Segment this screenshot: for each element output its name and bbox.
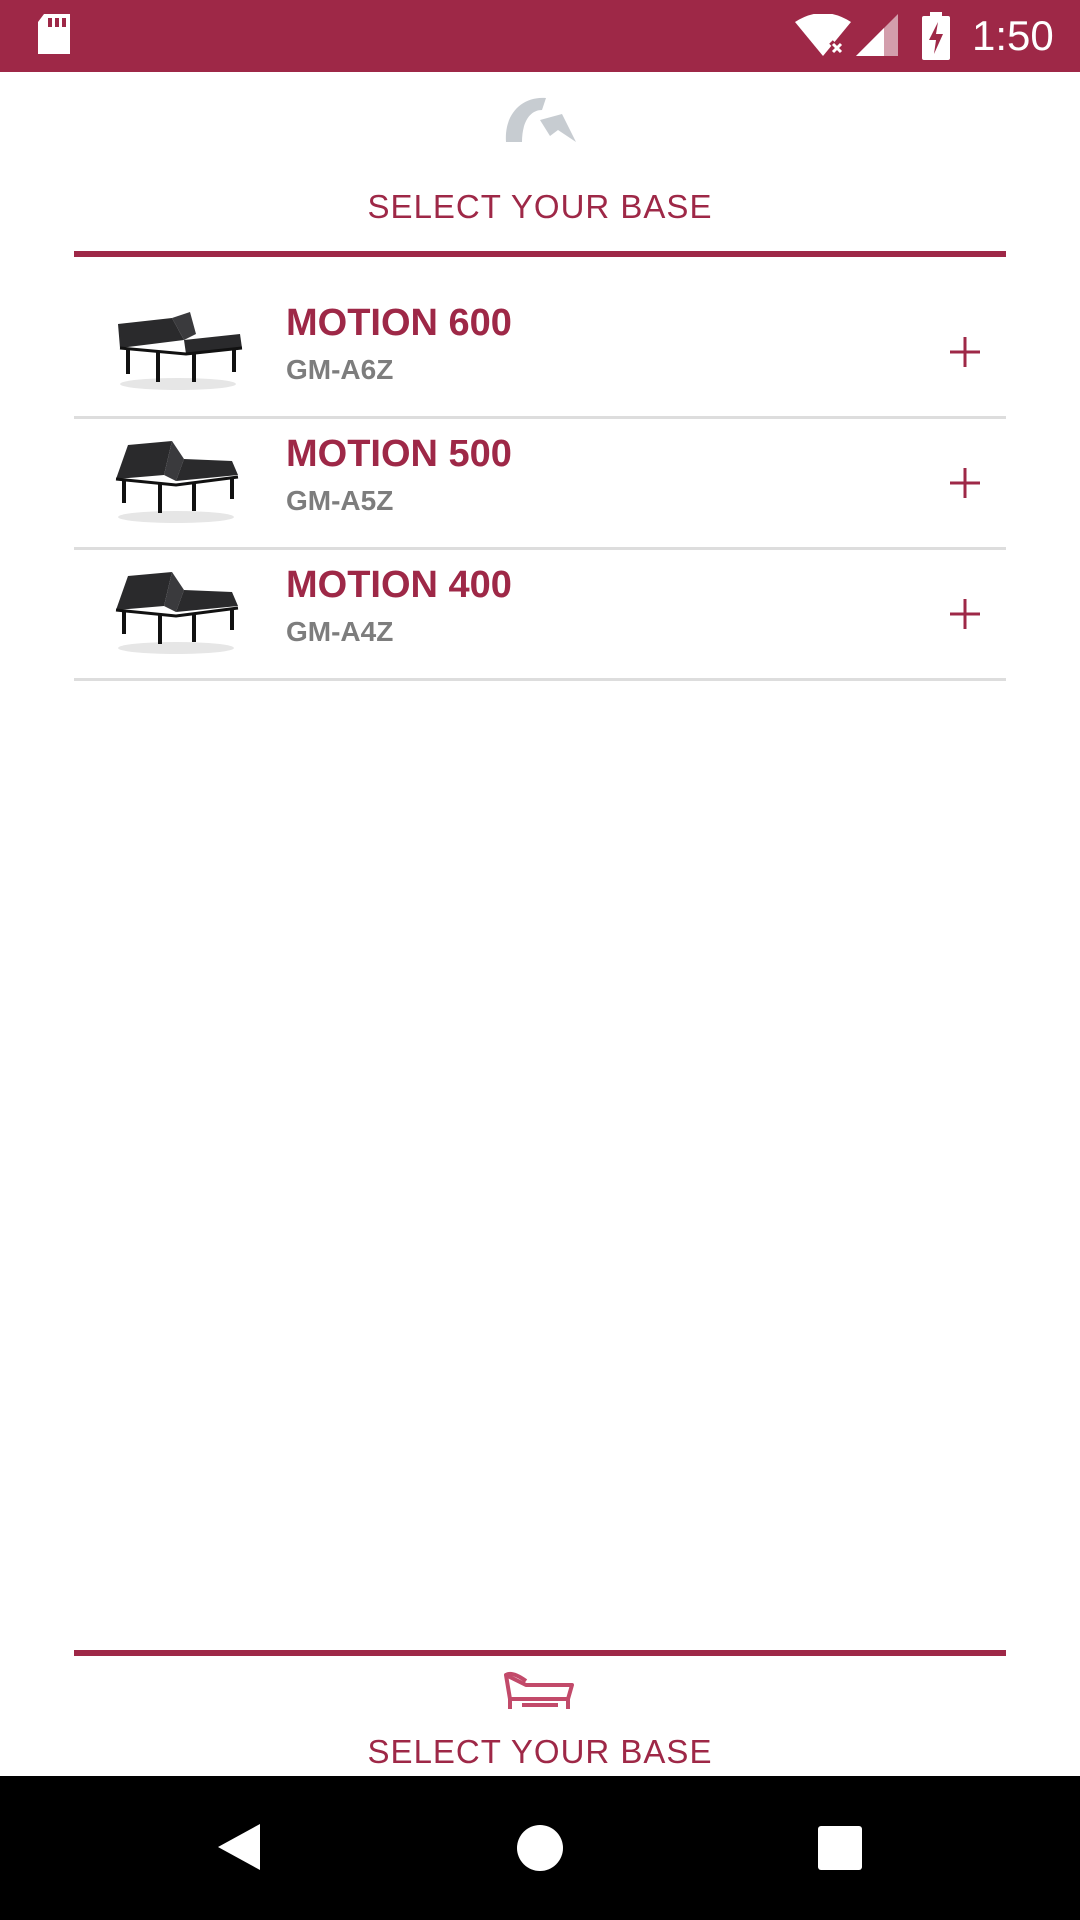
product-row-motion-500[interactable]: MOTION 500 GM-A5Z	[74, 419, 1006, 550]
bottom-tab-select-base[interactable]: SELECT YOUR BASE	[0, 1647, 1080, 1776]
header-divider	[74, 251, 1006, 257]
product-name: MOTION 400	[286, 564, 512, 606]
product-image	[106, 435, 246, 525]
header: SELECT YOUR BASE	[0, 72, 1080, 257]
product-row-motion-400[interactable]: MOTION 400 GM-A4Z	[74, 550, 1006, 681]
add-button[interactable]	[940, 326, 990, 376]
wifi-icon	[795, 13, 851, 60]
bottom-tab-indicator	[74, 1650, 1006, 1656]
product-list: MOTION 600 GM-A6Z MOTION 500 GM-A5Z MOTI…	[74, 288, 1006, 681]
plus-icon	[950, 327, 980, 375]
add-button[interactable]	[940, 457, 990, 507]
bottom-tab-label: SELECT YOUR BASE	[367, 1733, 713, 1770]
product-sku: GM-A6Z	[286, 354, 394, 385]
page-title: SELECT YOUR BASE	[367, 188, 713, 225]
product-sku: GM-A5Z	[286, 485, 394, 516]
plus-icon	[950, 589, 980, 637]
product-image	[106, 566, 246, 656]
sd-card-icon	[36, 14, 72, 60]
product-name: MOTION 500	[286, 433, 512, 475]
status-time: 1:50	[972, 12, 1054, 59]
product-image	[106, 304, 246, 394]
plus-icon	[950, 458, 980, 506]
status-bar: 1:50	[0, 0, 1080, 72]
navigation-bar	[0, 1776, 1080, 1920]
product-row-motion-600[interactable]: MOTION 600 GM-A6Z	[74, 288, 1006, 419]
logo-icon	[500, 90, 580, 150]
recents-icon[interactable]	[818, 1826, 862, 1874]
battery-charging-icon	[922, 12, 950, 64]
product-name: MOTION 600	[286, 302, 512, 344]
signal-icon	[856, 14, 898, 60]
back-icon[interactable]	[216, 1822, 262, 1876]
home-icon[interactable]	[516, 1824, 564, 1876]
product-sku: GM-A4Z	[286, 616, 394, 647]
adjustable-base-icon	[502, 1669, 578, 1719]
add-button[interactable]	[940, 588, 990, 638]
